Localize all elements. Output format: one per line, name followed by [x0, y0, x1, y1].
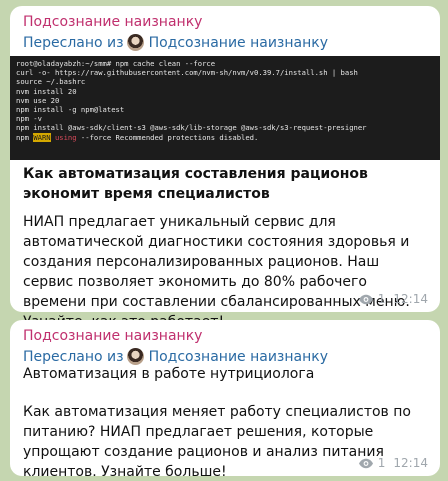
message-meta: 1 12:14 [358, 292, 428, 306]
forwarded-header[interactable]: Переслано из Подсознание наизнанку [23, 348, 328, 365]
message-bubble[interactable]: Подсознание наизнанку Переслано из Подсо… [10, 6, 440, 330]
sender-name[interactable]: Подсознание наизнанку [23, 328, 202, 344]
terminal-line: npm -v [16, 114, 42, 124]
sender-name[interactable]: Подсознание наизнанку [23, 14, 202, 30]
views-icon [358, 458, 374, 469]
terminal-warn-rest: --force Recommended protections disabled… [80, 132, 259, 142]
terminal-warning-line: npm WARN using --force Recommended prote… [16, 132, 434, 142]
terminal-line: npm install @aws-sdk/client-s3 @aws-sdk/… [16, 123, 367, 133]
message-meta: 1 12:14 [358, 456, 428, 470]
message-headline: Как автоматизация составления рационов э… [23, 166, 368, 202]
forwarded-from[interactable]: Подсознание наизнанку [149, 35, 328, 51]
message-bubble[interactable]: Подсознание наизнанку Переслано из Подсо… [10, 320, 440, 480]
terminal-line: source ~/.bashrc [16, 77, 86, 87]
channel-avatar-icon [126, 348, 144, 365]
terminal-warn-tag: WARN [33, 132, 51, 142]
terminal-line: curl -o- https://raw.githubusercontent.c… [16, 68, 358, 78]
terminal-line: npm install -g npm@latest [16, 105, 125, 115]
forwarded-header[interactable]: Переслано из Подсознание наизнанку [23, 34, 328, 51]
forwarded-from[interactable]: Подсознание наизнанку [149, 349, 328, 365]
views-icon [358, 294, 374, 305]
terminal-line: root@oladayabzh:~/smm# npm cache clean -… [16, 59, 216, 68]
message-time: 12:14 [393, 456, 428, 470]
terminal-line: nvm use 20 [16, 95, 60, 105]
terminal-screenshot[interactable]: root@oladayabzh:~/smm# npm cache clean -… [10, 56, 440, 160]
terminal-warn-word: using [50, 132, 81, 142]
message-title: Автоматизация в работе нутрициолога [23, 366, 315, 382]
views-count: 1 [377, 456, 386, 470]
forwarded-prefix: Переслано из [23, 348, 124, 365]
views-count: 1 [377, 292, 386, 306]
forwarded-prefix: Переслано из [23, 34, 124, 51]
message-body: НИАП предлагает уникальный сервис для ав… [23, 214, 410, 330]
terminal-warn-prefix: npm [16, 132, 34, 142]
message-time: 12:14 [393, 292, 428, 306]
channel-avatar-icon [126, 34, 144, 51]
terminal-line: nvm install 20 [16, 86, 77, 96]
